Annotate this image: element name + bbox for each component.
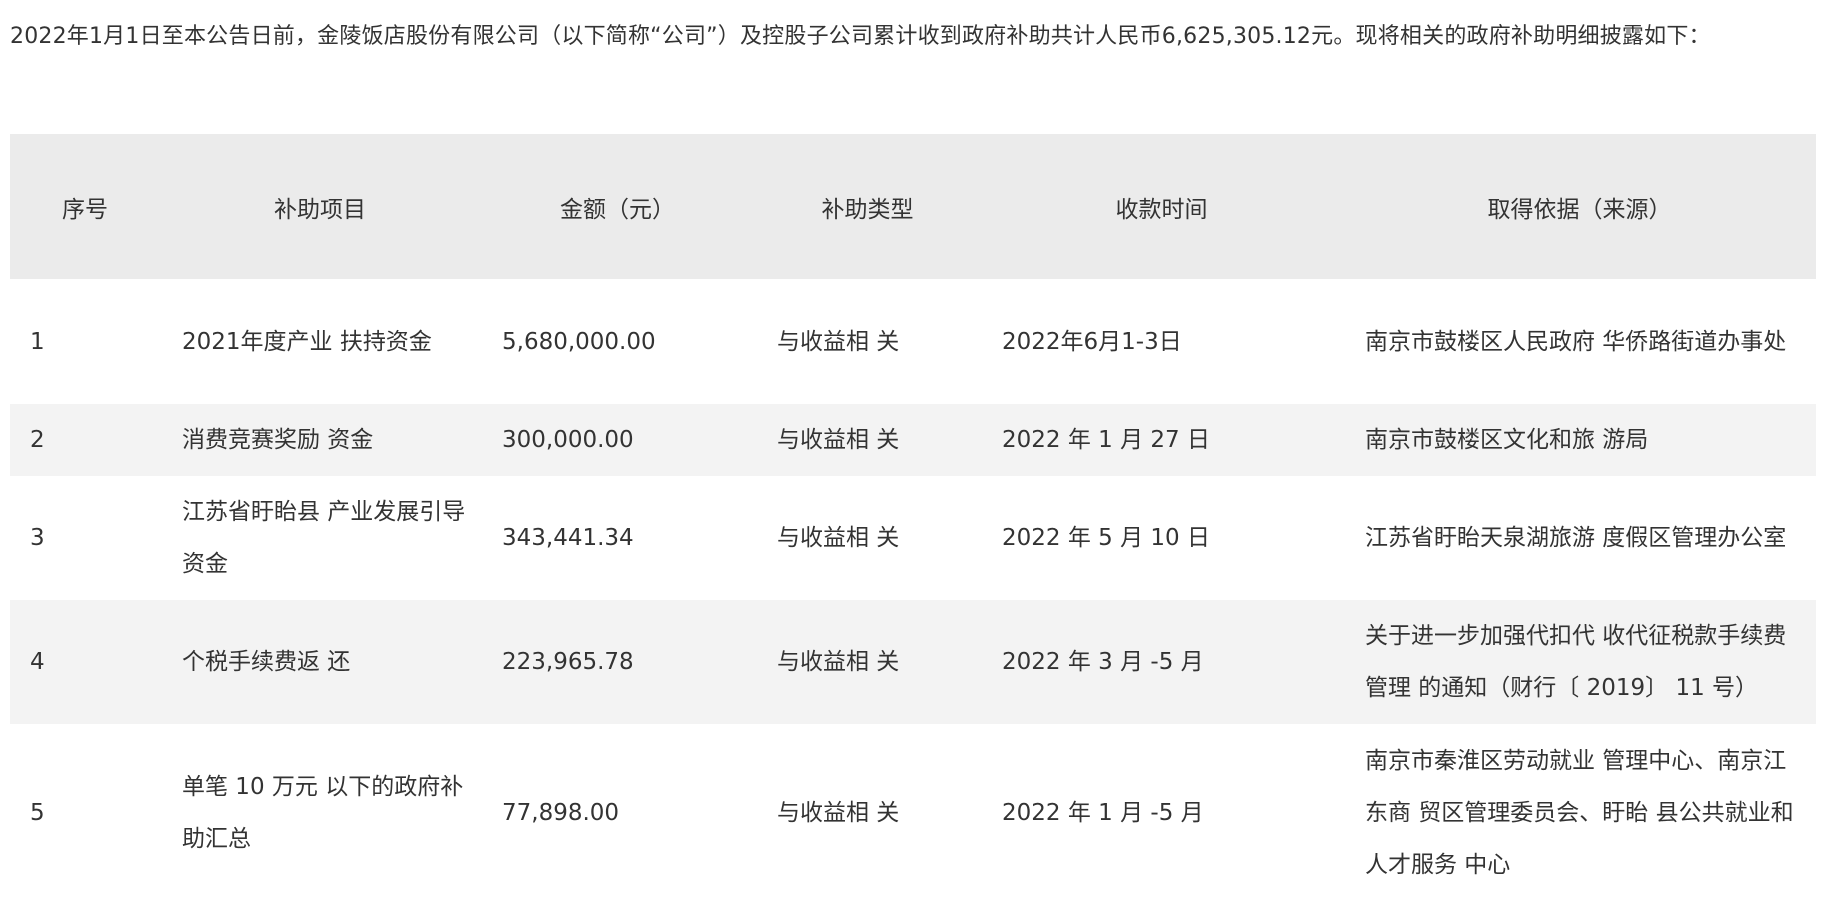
cell-amount: 300,000.00 [502,427,634,453]
cell-date: 2022 年 5 月 10 日 [1002,525,1210,551]
header-amount: 金额（元） [560,196,675,223]
cell-type: 与收益相 关 [777,800,900,826]
cell-source: 南京市秦淮区劳动就业 管理中心、南京江东商 贸区管理委员会、盱眙 县公共就业和人… [1365,748,1794,878]
cell-source: 南京市鼓楼区人民政府 华侨路街道办事处 [1365,328,1787,355]
cell-amount: 77,898.00 [502,800,620,826]
table-row: 2 消费竞赛奖励 资金 300,000.00 与收益相 关 2022 年 1 月… [10,404,1816,476]
cell-date: 2022 年 1 月 27 日 [1002,427,1210,453]
header-date: 收款时间 [1115,196,1208,223]
cell-item: 个税手续费返 还 [182,649,351,675]
cell-item: 单笔 10 万元 以下的政府补 助汇总 [182,774,464,852]
cell-type: 与收益相 关 [777,649,900,675]
table-header-row: 序号 补助项目 金额（元） 补助类型 收款时间 取得依据（来源） [10,134,1816,279]
cell-no: 2 [30,427,45,453]
cell-date: 2022 年 3 月 -5 月 [1002,649,1204,675]
intro-paragraph: 2022年1月1日至本公告日前，金陵饭店股份有限公司（以下简称“公司”）及控股子… [10,24,1711,49]
cell-no: 4 [30,649,45,675]
cell-amount: 343,441.34 [502,525,634,551]
subsidy-table: 序号 补助项目 金额（元） 补助类型 收款时间 取得依据（来源） 1 2021年… [10,134,1816,902]
cell-amount: 5,680,000.00 [502,328,656,355]
table-row: 3 江苏省盱眙县 产业发展引导 资金 343,441.34 与收益相 关 202… [10,476,1816,600]
cell-source: 江苏省盱眙天泉湖旅游 度假区管理办公室 [1365,525,1787,551]
cell-amount: 223,965.78 [502,649,634,675]
table-row: 5 单笔 10 万元 以下的政府补 助汇总 77,898.00 与收益相 关 2… [10,724,1816,902]
cell-source: 南京市鼓楼区文化和旅 游局 [1365,427,1649,453]
cell-no: 1 [30,328,45,355]
table-row: 1 2021年度产业 扶持资金 5,680,000.00 与收益相 关 2022… [10,279,1816,404]
table-row: 4 个税手续费返 还 223,965.78 与收益相 关 2022 年 3 月 … [10,600,1816,724]
header-no: 序号 [62,196,108,223]
header-type: 补助类型 [821,196,914,223]
cell-item: 消费竞赛奖励 资金 [182,427,374,453]
cell-date: 2022年6月1-3日 [1002,328,1182,355]
cell-type: 与收益相 关 [777,328,900,355]
header-item: 补助项目 [274,196,366,223]
cell-no: 5 [30,800,45,826]
cell-no: 3 [30,525,45,551]
cell-source: 关于进一步加强代扣代 收代征税款手续费管理 的通知（财行〔 2019〕 11 号… [1365,623,1787,701]
cell-item: 2021年度产业 扶持资金 [182,328,432,355]
cell-date: 2022 年 1 月 -5 月 [1002,800,1204,826]
cell-item: 江苏省盱眙县 产业发展引导 资金 [182,499,466,577]
cell-type: 与收益相 关 [777,525,900,551]
cell-type: 与收益相 关 [777,427,900,453]
header-source: 取得依据（来源） [1487,196,1672,223]
